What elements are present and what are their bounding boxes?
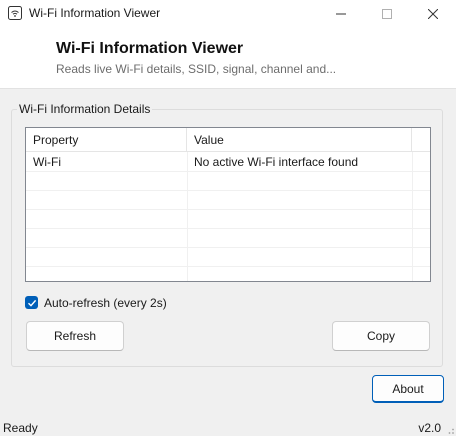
wifi-app-icon	[7, 5, 23, 21]
window-title: Wi-Fi Information Viewer	[29, 6, 161, 20]
empty-row	[26, 191, 430, 210]
close-button[interactable]	[410, 0, 456, 28]
minimize-button[interactable]	[318, 0, 364, 28]
cell-property: Wi-Fi	[33, 155, 61, 169]
auto-refresh-checkbox[interactable]	[25, 296, 38, 309]
version-label: v2.0	[418, 421, 441, 435]
resize-grip-icon[interactable]	[444, 424, 455, 435]
column-header-property[interactable]: Property	[26, 128, 187, 152]
status-text: Ready	[3, 421, 38, 435]
minimize-icon	[336, 13, 346, 15]
page-title: Wi-Fi Information Viewer	[56, 40, 244, 57]
empty-row	[26, 248, 430, 267]
details-group-label: Wi-Fi Information Details	[17, 102, 153, 116]
copy-button[interactable]: Copy	[332, 321, 430, 351]
maximize-icon	[382, 9, 392, 19]
details-listview[interactable]: Property Value Wi-Fi No active Wi-Fi int…	[25, 127, 431, 282]
column-header-value[interactable]: Value	[187, 128, 412, 152]
empty-row	[26, 172, 430, 191]
table-row[interactable]: Wi-Fi No active Wi-Fi interface found	[26, 153, 430, 172]
status-bar: Ready v2.0	[0, 419, 456, 436]
empty-row	[26, 267, 430, 281]
empty-row	[26, 229, 430, 248]
title-bar: Wi-Fi Information Viewer	[0, 0, 456, 28]
close-icon	[428, 9, 438, 19]
page-subtitle: Reads live Wi-Fi details, SSID, signal, …	[56, 62, 337, 76]
header-panel: Wi-Fi Information Viewer Reads live Wi-F…	[0, 28, 456, 89]
listview-header: Property Value	[26, 128, 430, 152]
cell-value: No active Wi-Fi interface found	[194, 155, 359, 169]
auto-refresh-label[interactable]: Auto-refresh (every 2s)	[44, 296, 167, 310]
maximize-button[interactable]	[364, 0, 410, 28]
refresh-button[interactable]: Refresh	[26, 321, 124, 351]
about-button[interactable]: About	[372, 375, 444, 403]
checkmark-icon	[27, 299, 36, 307]
empty-row	[26, 210, 430, 229]
